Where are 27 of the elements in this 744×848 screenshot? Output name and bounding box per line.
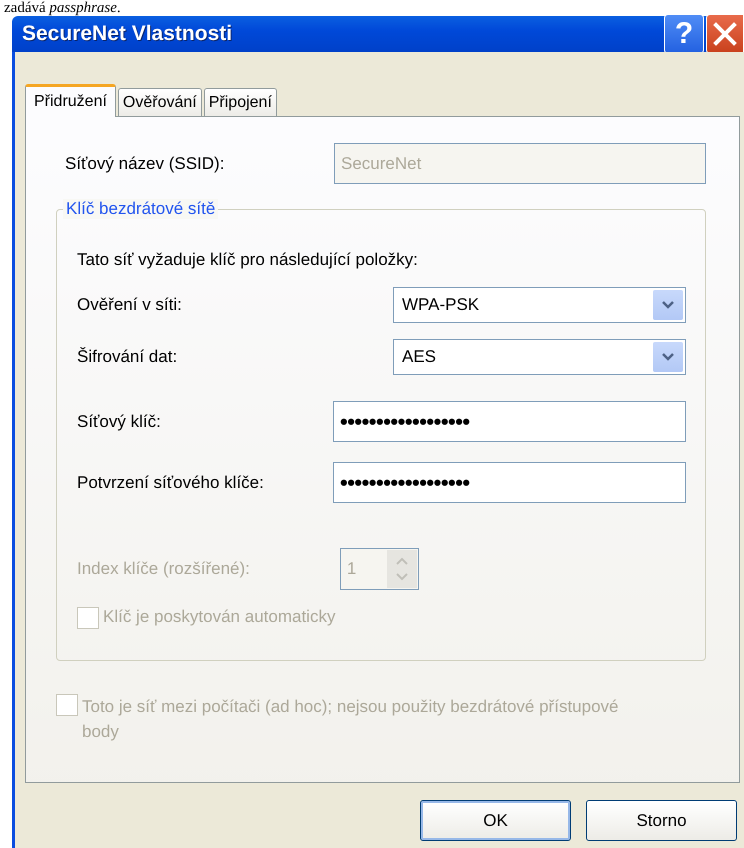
spin-arrows-icon	[386, 550, 417, 588]
close-button[interactable]	[706, 14, 744, 54]
dropdown[interactable]: AES	[393, 339, 686, 375]
help-button[interactable]: ?	[664, 14, 704, 54]
field-label: Síťový klíč:	[77, 412, 161, 432]
password-field[interactable]: ••••••••••••••••••	[333, 401, 686, 442]
index-label: Index klíče (rozšířené):	[77, 559, 250, 579]
dropdown[interactable]: WPA-PSK	[393, 287, 686, 323]
tab[interactable]: Připojení	[204, 88, 277, 116]
tab[interactable]: Přidružení	[25, 84, 116, 117]
field-label: Ověření v síti:	[77, 295, 182, 315]
password-field[interactable]: ••••••••••••••••••	[333, 462, 686, 503]
ssid-label: Síťový název (SSID):	[65, 154, 224, 174]
auto-key-label: Klíč je poskytován automaticky	[103, 607, 336, 627]
chevron-down-icon	[653, 342, 683, 372]
group-title: Klíč bezdrátové sítě	[63, 199, 218, 219]
tab[interactable]: Ověřování	[118, 88, 202, 116]
dialog-button[interactable]: Storno	[586, 800, 737, 841]
close-icon	[712, 21, 738, 47]
field-label: Potvrzení síťového klíče:	[77, 472, 264, 492]
field-label: Šifrování dat:	[77, 347, 178, 367]
chevron-down-icon	[653, 290, 683, 320]
adhoc-label: Toto je síť mezi počítači (ad hoc); nejsou použity bezdrátové přístupové body	[82, 696, 620, 743]
window-title: SecureNet Vlastnosti	[22, 22, 234, 46]
intro-text: Tato síť vyžaduje klíč pro následující položky:	[77, 250, 419, 270]
dialog-button[interactable]: OK	[420, 800, 571, 841]
caption-text: zadává passphrase.	[3, 0, 122, 16]
